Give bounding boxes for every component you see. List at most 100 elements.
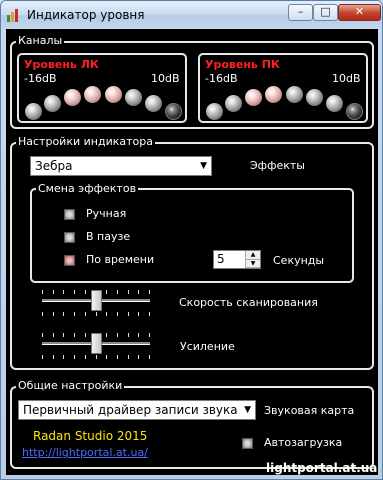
tick-mark bbox=[42, 312, 43, 316]
level-led bbox=[346, 103, 363, 120]
tick-mark bbox=[63, 355, 65, 359]
tick-mark bbox=[138, 333, 140, 337]
general-settings-group: Общие настройки Первичный драйвер записи… bbox=[10, 380, 374, 469]
tick-mark bbox=[84, 312, 86, 316]
level-led bbox=[125, 89, 142, 106]
level-led bbox=[25, 103, 42, 120]
right-level-label: Уровень ПК bbox=[205, 58, 280, 71]
tick-mark bbox=[138, 355, 140, 359]
indicator-legend: Настройки индикатора bbox=[16, 135, 155, 148]
tick-mark bbox=[116, 290, 118, 294]
tick-mark bbox=[149, 355, 150, 359]
level-led bbox=[105, 86, 122, 103]
tick-mark bbox=[52, 290, 54, 294]
tick-mark bbox=[52, 355, 54, 359]
level-led bbox=[64, 89, 81, 106]
tick-mark bbox=[74, 312, 76, 316]
app-icon bbox=[7, 9, 18, 22]
effects-label: Эффекты bbox=[250, 159, 305, 172]
gain-thumb[interactable] bbox=[91, 333, 102, 354]
level-led bbox=[206, 103, 223, 120]
tick-mark bbox=[138, 290, 140, 294]
level-led bbox=[225, 95, 242, 112]
manual-label: Ручная bbox=[86, 207, 127, 220]
spin-up-icon[interactable]: ▲ bbox=[246, 251, 260, 260]
tick-mark bbox=[149, 290, 150, 294]
watermark: lightportal.at.ua bbox=[266, 461, 378, 475]
tick-mark bbox=[127, 312, 129, 316]
level-led bbox=[84, 86, 101, 103]
spin-down-icon[interactable]: ▼ bbox=[246, 259, 260, 268]
scan-speed-thumb[interactable] bbox=[91, 290, 102, 311]
gain-label: Усиление bbox=[180, 340, 235, 353]
tick-mark bbox=[149, 312, 150, 316]
tick-mark bbox=[149, 333, 150, 337]
tick-mark bbox=[42, 355, 43, 359]
by-time-label: По времени bbox=[86, 253, 155, 266]
tick-mark bbox=[74, 355, 76, 359]
tick-mark bbox=[52, 312, 54, 316]
effect-change-group: Смена эффектов Ручная В паузе По времени… bbox=[30, 183, 354, 283]
level-led bbox=[286, 86, 303, 103]
channels-group: Каналы Уровень ЛК -16dB 10dB Уровень ПК … bbox=[10, 35, 374, 129]
by-time-radio[interactable] bbox=[64, 255, 75, 266]
tick-mark bbox=[63, 290, 65, 294]
seconds-spinner[interactable]: 5 ▲ ▼ bbox=[213, 250, 261, 269]
tick-mark bbox=[116, 333, 118, 337]
tick-mark bbox=[63, 333, 65, 337]
level-led bbox=[265, 86, 282, 103]
tick-mark bbox=[52, 333, 54, 337]
chevron-down-icon[interactable]: ▼ bbox=[244, 401, 251, 419]
channels-legend: Каналы bbox=[16, 34, 65, 47]
tick-mark bbox=[127, 290, 129, 294]
website-link[interactable]: http://lightportal.at.ua/ bbox=[22, 446, 148, 459]
chevron-down-icon[interactable]: ▼ bbox=[200, 157, 207, 175]
sound-card-label: Звуковая карта bbox=[264, 404, 355, 417]
sound-device-select[interactable]: Первичный драйвер записи звука ▼ bbox=[18, 400, 256, 420]
general-legend: Общие настройки bbox=[16, 379, 125, 392]
level-led bbox=[326, 95, 343, 112]
sound-device-value: Первичный драйвер записи звука bbox=[23, 403, 238, 417]
minimize-button[interactable]: – bbox=[288, 4, 313, 21]
tick-mark bbox=[106, 333, 108, 337]
tick-mark bbox=[84, 290, 86, 294]
tick-mark bbox=[74, 333, 76, 337]
tick-mark bbox=[127, 333, 129, 337]
manual-radio[interactable] bbox=[64, 209, 75, 220]
tick-mark bbox=[84, 333, 86, 337]
left-channel-panel: Уровень ЛК -16dB 10dB bbox=[17, 53, 187, 123]
tick-mark bbox=[95, 355, 97, 359]
autoload-checkbox[interactable] bbox=[242, 438, 253, 449]
level-led bbox=[306, 89, 323, 106]
studio-name: Radan Studio 2015 bbox=[33, 429, 148, 443]
window-title: Индикатор уровня bbox=[27, 8, 145, 22]
autoload-label: Автозагрузка bbox=[264, 436, 343, 449]
tick-mark bbox=[127, 355, 129, 359]
seconds-value: 5 bbox=[217, 252, 225, 266]
tick-mark bbox=[63, 312, 65, 316]
left-level-label: Уровень ЛК bbox=[24, 58, 99, 71]
scan-speed-ticks-bottom bbox=[42, 312, 150, 316]
scan-speed-label: Скорость сканирования bbox=[179, 296, 318, 309]
indicator-settings-group: Настройки индикатора Зебра ▼ Эффекты Сме… bbox=[10, 136, 374, 370]
tick-mark bbox=[84, 355, 86, 359]
tick-mark bbox=[116, 312, 118, 316]
close-button[interactable]: ✕ bbox=[338, 4, 381, 21]
pause-radio[interactable] bbox=[64, 232, 75, 243]
effect-select-value: Зебра bbox=[35, 159, 73, 173]
left-max-db: 10dB bbox=[151, 72, 180, 85]
left-min-db: -16dB bbox=[24, 72, 57, 85]
title-bar[interactable]: Индикатор уровня – □ ✕ bbox=[1, 1, 382, 29]
client-area: Каналы Уровень ЛК -16dB 10dB Уровень ПК … bbox=[6, 29, 378, 475]
effect-change-legend: Смена эффектов bbox=[36, 182, 139, 195]
right-channel-panel: Уровень ПК -16dB 10dB bbox=[198, 53, 368, 123]
right-max-db: 10dB bbox=[332, 72, 361, 85]
tick-mark bbox=[42, 290, 43, 294]
pause-label: В паузе bbox=[86, 230, 131, 243]
effect-select[interactable]: Зебра ▼ bbox=[30, 156, 212, 176]
maximize-button[interactable]: □ bbox=[313, 4, 338, 21]
tick-mark bbox=[95, 312, 97, 316]
level-led bbox=[165, 103, 182, 120]
seconds-label: Секунды bbox=[273, 254, 325, 267]
right-min-db: -16dB bbox=[205, 72, 238, 85]
